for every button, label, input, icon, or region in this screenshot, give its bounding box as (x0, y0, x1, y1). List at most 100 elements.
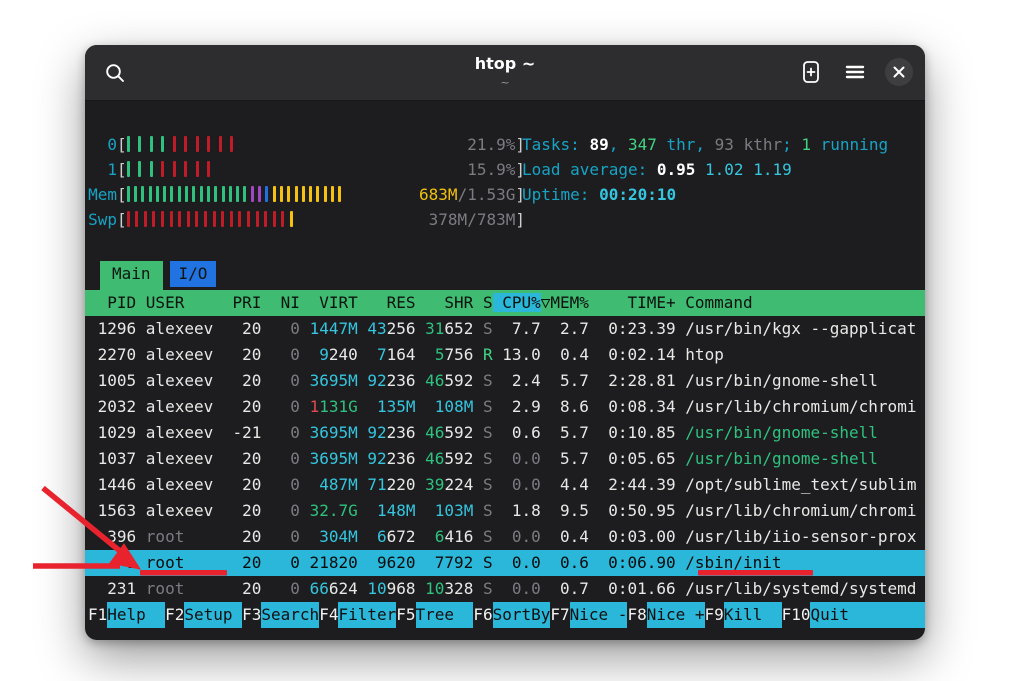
meter-bar (207, 161, 210, 177)
meter-bar (144, 211, 147, 227)
meter-track: 21.9% (127, 132, 516, 157)
text-segment: 135M 108M (358, 397, 483, 416)
meter-bar (173, 161, 176, 177)
text-segment: S 0.0 (483, 579, 541, 598)
meter-bar (281, 211, 284, 227)
text-segment: 164 (387, 345, 435, 364)
fkey-f2-button[interactable]: Setup (184, 602, 242, 628)
meter-bar (265, 186, 268, 202)
text-segment: 0 (271, 345, 319, 364)
fkey-f5-button[interactable]: Tree (416, 602, 474, 628)
header-columns: PID USER PRI NI VIRT RES SHR S (88, 293, 493, 312)
tab-io[interactable]: I/O (170, 261, 217, 287)
text-segment: 15.9% (467, 160, 515, 179)
process-row[interactable]: 2032 alexeev 20 0 1131G 135M 108M S 2.9 … (85, 394, 925, 420)
sort-column-cpu: CPU% (493, 293, 541, 312)
meter-bar (127, 211, 130, 227)
text-segment: S (483, 319, 493, 338)
text-segment: 236 (387, 423, 426, 442)
meter-mem: Mem[683M/1.53G] (85, 182, 525, 207)
text-segment: 0.7 0:01.66 /usr/lib/systemd/systemd (541, 579, 917, 598)
text-segment: 131G (319, 397, 358, 416)
meter-bar (135, 211, 138, 227)
meter-bar (184, 136, 187, 152)
meter-bar (196, 136, 199, 152)
fkey-f1-button[interactable]: Help (107, 602, 165, 628)
text-segment: 236 (387, 371, 426, 390)
meter-bar (178, 211, 181, 227)
meter-bar (219, 136, 222, 152)
menu-button[interactable] (841, 58, 869, 86)
new-tab-button[interactable] (797, 58, 825, 86)
text-segment: S 0.0 (483, 475, 541, 494)
text-segment: 592 (444, 449, 483, 468)
meter-track: 15.9% (127, 157, 516, 182)
text-segment: 224 (444, 475, 483, 494)
text-segment: S (483, 397, 493, 416)
text-segment: 32.7G (310, 501, 358, 520)
fkey-f3-button[interactable]: Search (261, 602, 319, 628)
text-segment: /usr/bin/gnome-shell (685, 423, 878, 442)
meter-open-bracket: [ (117, 132, 127, 157)
text-segment: 756 (444, 345, 483, 364)
process-row[interactable]: 1563 alexeev 20 0 32.7G 148M 103M S 1.8 … (85, 498, 925, 524)
text-segment: 0.4 0:03.00 /usr/lib/iio-sensor-prox (541, 527, 917, 546)
text-segment: 2.4 5.7 2:28.81 /usr/bin/gnome-shell (493, 371, 878, 390)
text-segment: S 0.0 (483, 527, 541, 546)
meter-bar (243, 186, 246, 202)
fkey-f6-key: F6 (473, 602, 492, 628)
close-icon (892, 65, 906, 79)
text-segment: thr, (657, 135, 715, 154)
titlebar-buttons (797, 58, 913, 86)
text-segment: 0 (271, 423, 310, 442)
text-segment: 1296 alexeev 20 (88, 319, 271, 338)
text-segment: 1 (310, 397, 320, 416)
process-row[interactable]: 231 root 20 0 66624 10968 10328 S 0.0 0.… (85, 576, 925, 602)
fkey-f6-button[interactable]: SortBy (493, 602, 551, 628)
meter-bar (290, 211, 293, 227)
function-key-bar: F1Help F2Setup F3SearchF4FilterF5Tree F6… (85, 602, 925, 628)
fkey-f9-button[interactable]: Kill (724, 602, 782, 628)
text-segment: 1.02 1.19 (705, 160, 792, 179)
process-row[interactable]: 2270 alexeev 20 0 9240 7164 5756 R 13.0 … (85, 342, 925, 368)
meter-bar (173, 136, 176, 152)
text-segment: 3695M 92 (310, 449, 387, 468)
meters-panel: Tasks: 89, 347 thr, 93 kthr; 1 runningLo… (85, 101, 925, 232)
meter-bar (338, 186, 341, 202)
fkey-f7-key: F7 (550, 602, 569, 628)
close-button[interactable] (885, 58, 913, 86)
text-segment: 592 (444, 371, 483, 390)
meter-close-bracket: ] (515, 207, 525, 232)
text-segment: Tasks: (522, 135, 589, 154)
text-segment: 13.0 0.4 0:02.14 htop (493, 345, 724, 364)
text-segment: 46 (425, 423, 444, 442)
text-segment: 0 (271, 371, 310, 390)
fkey-f8-button[interactable]: Nice + (647, 602, 705, 628)
meter-track: 683M/1.53G (127, 182, 516, 207)
text-segment: 4.4 2:44.39 /opt/sublime_text/sublim (541, 475, 917, 494)
fkey-f10-button[interactable]: Quit (810, 602, 925, 628)
new-tab-icon (800, 60, 822, 84)
process-row[interactable]: 1037 alexeev 20 0 3695M 92236 46592 S 0.… (85, 446, 925, 472)
text-segment: 328 (444, 579, 483, 598)
text-segment: 3695M 92 (310, 423, 387, 442)
process-row[interactable]: 1005 alexeev 20 0 3695M 92236 46592 S 2.… (85, 368, 925, 394)
process-row[interactable]: 396 root 20 0 304M 6672 6416 S 0.0 0.4 0… (85, 524, 925, 550)
table-header[interactable]: PID USER PRI NI VIRT RES SHR S CPU%▽MEM%… (85, 290, 925, 316)
process-row[interactable]: 1446 alexeev 20 0 487M 71220 39224 S 0.0… (85, 472, 925, 498)
text-segment: running (811, 135, 888, 154)
text-segment: 00:20:10 (599, 185, 676, 204)
process-row[interactable]: 1296 alexeev 20 0 1447M 43256 31652 S 7.… (85, 316, 925, 342)
fkey-f7-button[interactable]: Nice - (570, 602, 628, 628)
text-segment: 0 (271, 449, 310, 468)
text-segment: 1447M 43 (310, 319, 387, 338)
text-segment: 89 (589, 135, 608, 154)
tab-main[interactable]: Main (100, 261, 163, 290)
fkey-f4-button[interactable]: Filter (338, 602, 396, 628)
process-row-selected[interactable]: 1 root 20 0 21820 9620 7792 S 0.0 0.6 0:… (85, 550, 925, 576)
fkey-f4-key: F4 (319, 602, 338, 628)
process-row[interactable]: 1029 alexeev -21 0 3695M 92236 46592 S 0… (85, 420, 925, 446)
text-segment: 592 (444, 423, 483, 442)
meter-value: 378M/783M (429, 207, 516, 232)
text-segment: 624 (329, 579, 368, 598)
